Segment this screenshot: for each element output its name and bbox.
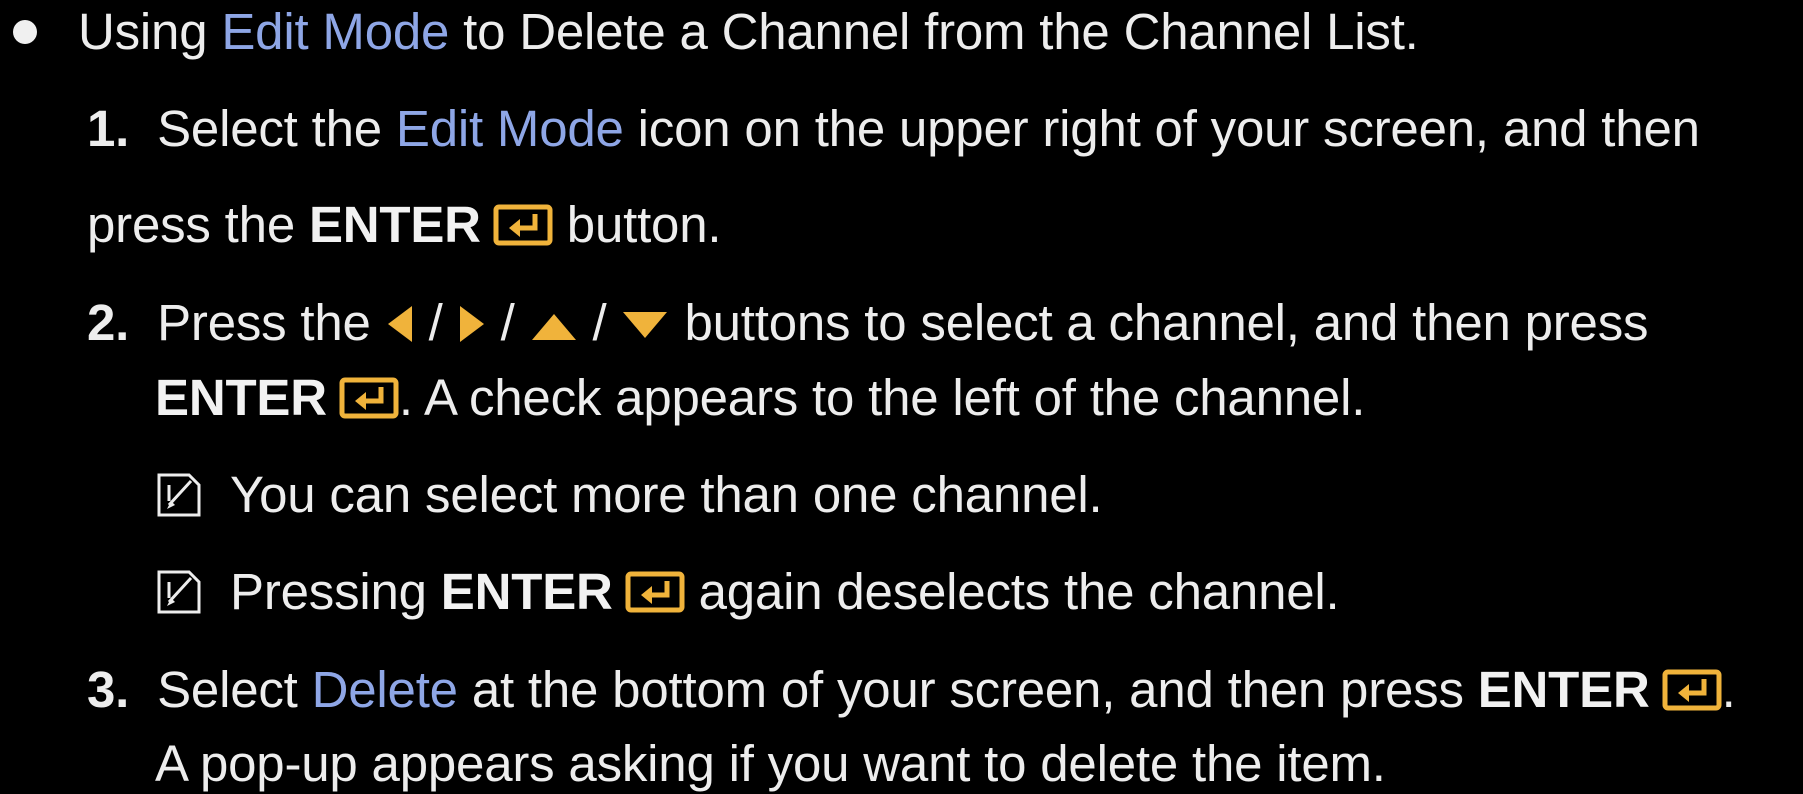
edit-mode-term: Edit Mode	[221, 3, 450, 60]
step-2-text-end: buttons to select a channel, and then pr…	[670, 294, 1649, 351]
step-2-continuation: ENTER . A check appears to the left of th…	[155, 368, 1365, 428]
note-icon	[157, 570, 201, 614]
note-2-text-end: again deselects the channel.	[684, 563, 1340, 620]
step-3-line: 3. Select Delete at the bottom of your s…	[87, 660, 1736, 720]
enter-icon	[339, 377, 399, 419]
step-2-line: 2. Press the / / / buttons to select a c…	[87, 293, 1649, 353]
delete-term: Delete	[311, 661, 458, 718]
enter-label: ENTER	[155, 369, 327, 426]
enter-icon	[1662, 669, 1722, 711]
bullet-text-end: to Delete a Channel from the Channel Lis…	[449, 3, 1419, 60]
note-1-line: You can select more than one channel.	[230, 465, 1103, 525]
step-1-cont-end: button.	[552, 196, 722, 253]
step-number: 2.	[87, 294, 130, 351]
step-2-text: Press the	[157, 294, 385, 351]
left-arrow-icon	[387, 306, 412, 342]
step-3-continuation: A pop-up appears asking if you want to d…	[155, 734, 1386, 794]
enter-icon	[493, 204, 553, 246]
enter-label: ENTER	[308, 196, 481, 253]
separator: /	[486, 294, 529, 351]
bullet-icon	[13, 20, 37, 44]
step-1-line: 1. Select the Edit Mode icon on the uppe…	[87, 99, 1700, 159]
step-1-text-end: icon on the upper right of your screen, …	[623, 100, 1700, 157]
right-arrow-icon	[459, 306, 484, 342]
separator: /	[578, 294, 621, 351]
enter-label: ENTER	[1477, 661, 1650, 718]
bullet-line: Using Edit Mode to Delete a Channel from…	[78, 2, 1419, 62]
note-1-text: You can select more than one channel.	[230, 466, 1103, 523]
bullet-text: Using	[78, 3, 222, 60]
note-2-line: Pressing ENTER again deselects the chann…	[230, 562, 1340, 622]
step-2-cont-end: . A check appears to the left of the cha…	[398, 369, 1366, 426]
step-1-continuation: press the ENTER button.	[87, 195, 722, 255]
enter-label: ENTER	[440, 563, 613, 620]
step-3-cont-text: A pop-up appears asking if you want to d…	[155, 735, 1386, 792]
step-number: 1.	[87, 100, 130, 157]
step-3-text-mid: at the bottom of your screen, and then p…	[457, 661, 1478, 718]
step-1-cont-text: press the	[87, 196, 309, 253]
step-number: 3.	[87, 661, 130, 718]
up-arrow-icon	[531, 314, 576, 340]
step-3-text: Select	[157, 661, 312, 718]
edit-mode-term: Edit Mode	[395, 100, 624, 157]
manual-page: Using Edit Mode to Delete a Channel from…	[0, 0, 1803, 792]
note-2-text: Pressing	[230, 563, 441, 620]
separator: /	[414, 294, 457, 351]
step-1-text: Select the	[157, 100, 396, 157]
enter-icon	[625, 571, 685, 613]
note-icon	[157, 473, 201, 517]
down-arrow-icon	[623, 312, 668, 338]
step-3-text-end: .	[1721, 661, 1736, 718]
